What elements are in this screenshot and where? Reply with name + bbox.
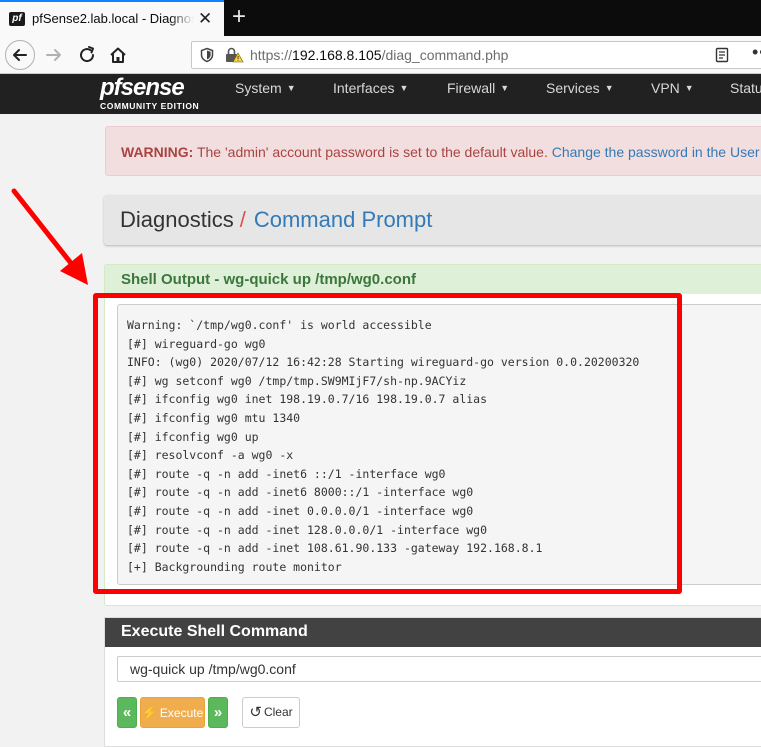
command-input[interactable] bbox=[117, 656, 761, 682]
shield-icon[interactable] bbox=[199, 47, 215, 63]
execute-button-label: Execute bbox=[159, 706, 204, 720]
double-chevron-right-icon: » bbox=[213, 704, 223, 721]
shell-output-title: Shell Output - wg-quick up /tmp/wg0.conf bbox=[121, 271, 416, 288]
home-icon bbox=[110, 47, 126, 63]
annotation-highlight-box bbox=[93, 293, 682, 594]
menu-system[interactable]: System ▼ bbox=[235, 80, 296, 96]
page-actions-icon[interactable]: ••• bbox=[752, 42, 761, 63]
pfsense-navbar: pfsense COMMUNITY EDITION System ▼ Interf… bbox=[0, 74, 761, 114]
execute-command-title: Execute Shell Command bbox=[121, 623, 308, 640]
shell-output-heading: Shell Output - wg-quick up /tmp/wg0.conf bbox=[105, 265, 761, 294]
clear-button[interactable]: ↺ Clear bbox=[242, 697, 300, 728]
url-path: /diag_command.php bbox=[381, 47, 509, 63]
pfsense-logo-edition: COMMUNITY EDITION bbox=[100, 101, 200, 111]
home-button[interactable] bbox=[103, 40, 133, 70]
double-chevron-left-icon: « bbox=[122, 704, 132, 721]
browser-tab[interactable]: pf pfSense2.lab.local - Diagnostics: Com… bbox=[0, 0, 224, 36]
next-command-button[interactable]: » bbox=[208, 697, 228, 728]
reload-icon bbox=[80, 46, 95, 63]
back-button[interactable] bbox=[5, 40, 35, 70]
reader-view-icon[interactable] bbox=[714, 47, 730, 63]
browser-nav-bar: https://192.168.8.105/diag_command.php •… bbox=[0, 36, 761, 74]
warning-message: The 'admin' account password is set to t… bbox=[196, 144, 548, 160]
menu-interfaces[interactable]: Interfaces ▼ bbox=[333, 80, 408, 96]
menu-status-label: Status bbox=[730, 80, 761, 96]
page-title: Diagnostics / Command Prompt bbox=[120, 207, 432, 233]
url-host: 192.168.8.105 bbox=[292, 47, 382, 63]
caret-down-icon: ▼ bbox=[604, 83, 614, 93]
menu-vpn-label: VPN bbox=[651, 80, 680, 96]
breadcrumb-section: Diagnostics bbox=[120, 207, 234, 232]
pfsense-favicon-icon: pf bbox=[9, 12, 25, 26]
menu-services-label: Services bbox=[546, 80, 600, 96]
reload-button[interactable] bbox=[72, 40, 102, 70]
execute-command-heading: Execute Shell Command bbox=[105, 618, 761, 647]
breadcrumb-page-link[interactable]: Command Prompt bbox=[254, 207, 433, 232]
annotation-arrow-icon bbox=[11, 188, 88, 285]
execute-button[interactable]: ⚡ Execute bbox=[140, 697, 205, 728]
pfsense-logo-wordmark: pfsense bbox=[100, 74, 185, 101]
clear-button-label: Clear bbox=[263, 705, 293, 719]
undo-icon: ↺ bbox=[249, 704, 262, 721]
menu-firewall-label: Firewall bbox=[447, 80, 496, 96]
menu-interfaces-label: Interfaces bbox=[333, 80, 395, 96]
forward-button[interactable] bbox=[40, 40, 70, 70]
execute-command-panel: Execute Shell Command « ⚡Execute » ↺Clea… bbox=[104, 617, 761, 747]
close-tab-icon[interactable]: ✕ bbox=[198, 9, 212, 29]
menu-services[interactable]: Services ▼ bbox=[546, 80, 614, 96]
tab-title-fade bbox=[170, 6, 194, 34]
pfsense-logo[interactable]: pfsense COMMUNITY EDITION bbox=[100, 74, 200, 112]
caret-down-icon: ▼ bbox=[286, 83, 296, 93]
default-password-warning: WARNING: The 'admin' account password is… bbox=[105, 126, 761, 176]
arrow-left-icon bbox=[13, 49, 27, 61]
menu-system-label: System bbox=[235, 80, 282, 96]
menu-status[interactable]: Status bbox=[730, 80, 761, 96]
warning-label: WARNING: bbox=[121, 144, 194, 160]
bolt-icon: ⚡ bbox=[141, 705, 158, 720]
url-text[interactable]: https://192.168.8.105/diag_command.php bbox=[250, 47, 508, 63]
warning-text: WARNING: The 'admin' account password is… bbox=[121, 144, 761, 160]
change-password-link[interactable]: Change the password in the User Manager. bbox=[552, 144, 761, 160]
breadcrumb-separator: / bbox=[239, 207, 246, 232]
menu-firewall[interactable]: Firewall ▼ bbox=[447, 80, 509, 96]
previous-command-button[interactable]: « bbox=[117, 697, 137, 728]
menu-vpn[interactable]: VPN ▼ bbox=[651, 80, 694, 96]
address-bar[interactable]: https://192.168.8.105/diag_command.php •… bbox=[191, 41, 761, 69]
arrow-right-icon bbox=[46, 49, 61, 61]
caret-down-icon: ▼ bbox=[500, 83, 510, 93]
browser-tab-strip: pf pfSense2.lab.local - Diagnostics: Com… bbox=[0, 0, 761, 36]
breadcrumb: Diagnostics / Command Prompt bbox=[104, 195, 761, 245]
lock-warning-icon[interactable] bbox=[224, 46, 244, 64]
new-tab-button[interactable]: + bbox=[232, 2, 246, 32]
caret-down-icon: ▼ bbox=[399, 83, 409, 93]
url-scheme: https:// bbox=[250, 47, 293, 63]
caret-down-icon: ▼ bbox=[684, 83, 694, 93]
